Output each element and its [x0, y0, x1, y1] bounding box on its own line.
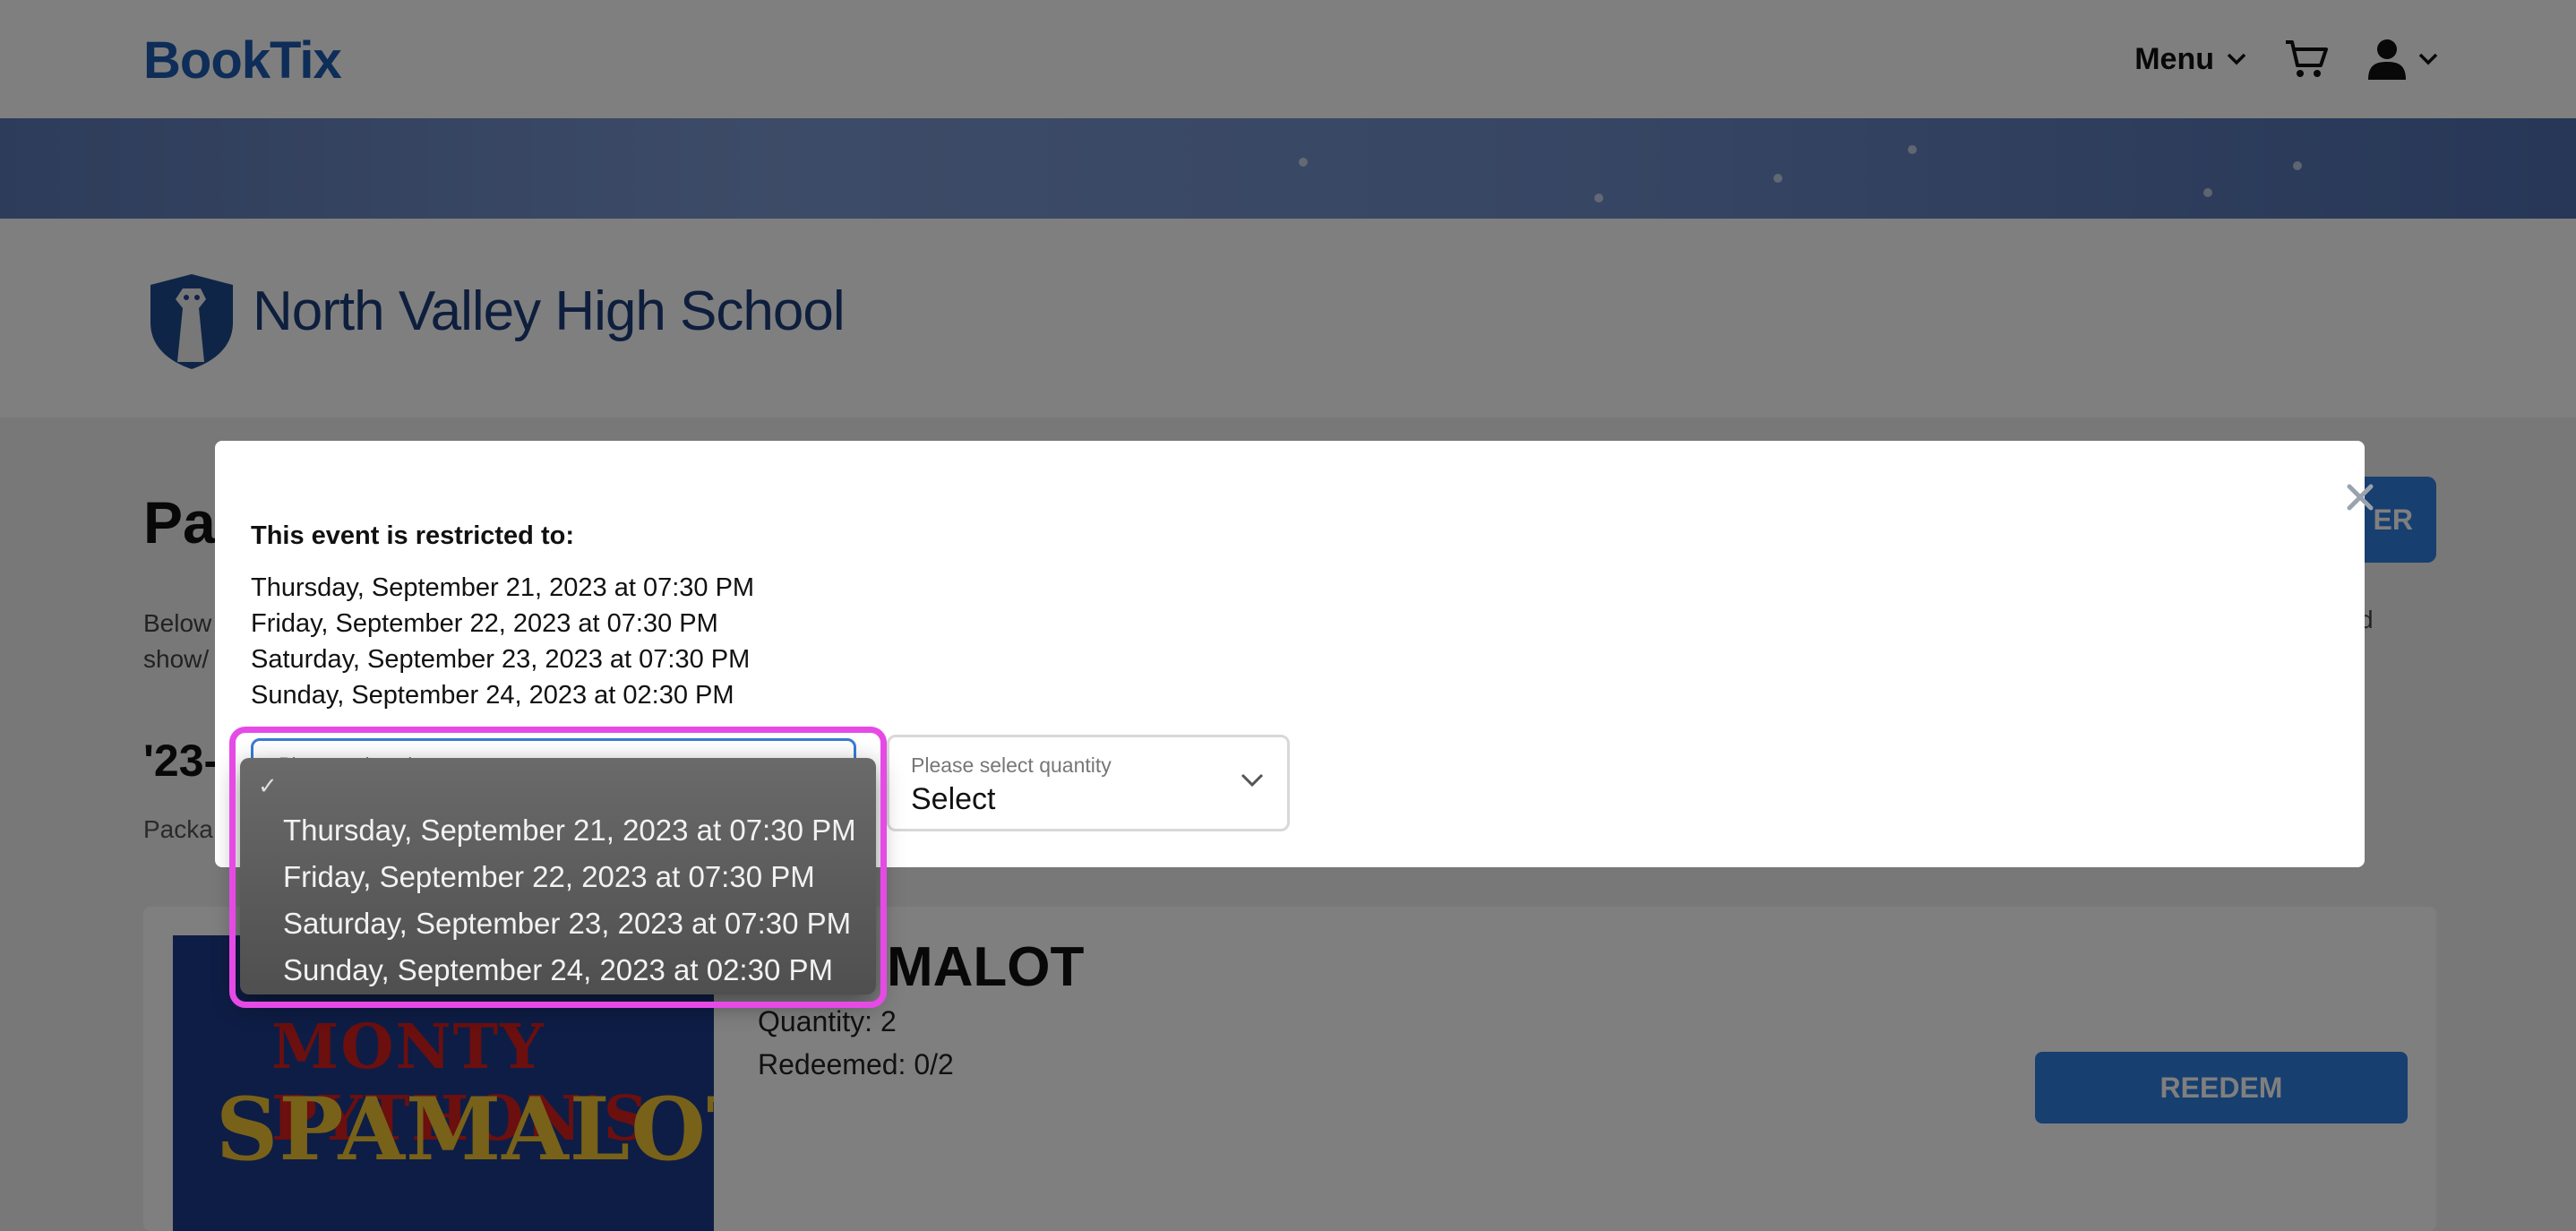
quantity-select-label: Please select quantity: [911, 753, 1112, 777]
restricted-date: Friday, September 22, 2023 at 07:30 PM: [251, 609, 718, 638]
chevron-down-icon: [1241, 773, 1264, 792]
quantity-select[interactable]: Please select quantity Select: [887, 735, 1290, 831]
restricted-date: Thursday, September 21, 2023 at 07:30 PM: [251, 573, 755, 602]
restricted-date: Sunday, September 24, 2023 at 02:30 PM: [251, 681, 734, 710]
quantity-select-value: Select: [911, 782, 996, 816]
restriction-heading: This event is restricted to:: [251, 521, 574, 550]
restricted-dates-list: Thursday, September 21, 2023 at 07:30 PM…: [251, 570, 754, 713]
close-button[interactable]: [2338, 475, 2383, 520]
highlight-annotation: [229, 727, 887, 1008]
close-icon: [2347, 484, 2374, 511]
restricted-date: Saturday, September 23, 2023 at 07:30 PM: [251, 645, 751, 674]
